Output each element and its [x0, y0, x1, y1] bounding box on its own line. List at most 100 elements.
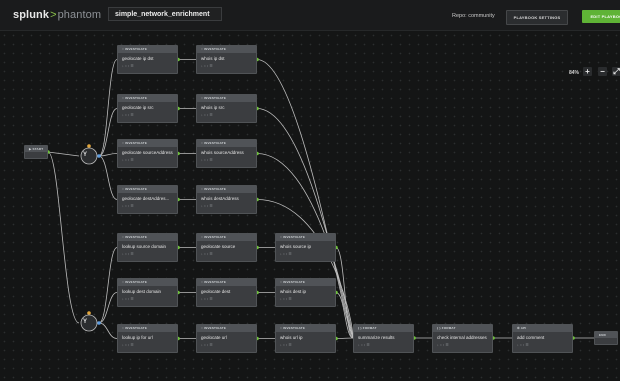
- decision-symbol: Y: [83, 319, 88, 325]
- wire-to-summarize-l2: [335, 337, 354, 339]
- decision-block-1[interactable]: Y: [79, 146, 99, 166]
- node-title: whois sourceAddress: [201, 150, 244, 155]
- action-node-lookup-dest-domain[interactable]: ○ INVESTIGATE lookup dest domain ↓ ○ ↕ ☰: [117, 278, 178, 307]
- top-bar: splunk>phantom simple_network_enrichment…: [0, 0, 620, 31]
- node-icons: ↓ ○ ↕ ☰: [201, 252, 213, 256]
- wire-decision2-branch-0: [98, 247, 118, 324]
- wire-decision1-branch-0: [98, 59, 118, 157]
- node-icons: ↓ ○ ↕ ☰: [122, 158, 134, 162]
- start-block[interactable]: ▶ START: [24, 145, 48, 159]
- wire-start-decision1: [47, 151, 80, 157]
- zoom-level: 84%: [569, 70, 580, 76]
- node-type: ○ INVESTIGATE: [197, 140, 256, 147]
- node-icons: ↓ ○ ↕ ☰: [358, 343, 370, 347]
- decision-block-2[interactable]: Y: [79, 313, 99, 333]
- zoom-in-button[interactable]: +: [583, 67, 592, 76]
- node-icons: ↓ ○ ↕ ☰: [201, 113, 213, 117]
- node-icons: ↓ ○ ↕ ☰: [280, 343, 292, 347]
- node-icons: ↓ ○ ↕ ☰: [201, 297, 213, 301]
- node-type: ○ INVESTIGATE: [276, 325, 335, 332]
- node-icons: ↓ ○ ↕ ☰: [122, 252, 134, 256]
- node-title: whois ip src: [201, 105, 225, 110]
- node-icons: ↓ ○ ↕ ☰: [201, 204, 213, 208]
- node-title: geolocate ip dst: [122, 56, 154, 61]
- node-title: add comment: [517, 335, 545, 340]
- node-type: ○ INVESTIGATE: [118, 279, 177, 286]
- node-title: geolocate sourceAddress: [122, 150, 173, 155]
- end-header: END: [595, 332, 617, 338]
- wire-start-decision2: [47, 151, 80, 324]
- end-block[interactable]: END: [594, 331, 618, 345]
- action-node-whois-ip-dst[interactable]: ○ INVESTIGATE whois ip dst ↓ ○ ↕ ☰: [196, 45, 257, 74]
- node-type: ○ INVESTIGATE: [197, 279, 256, 286]
- node-title: summarize results: [358, 335, 395, 340]
- action-node-geolocate-ip-src[interactable]: ○ INVESTIGATE geolocate ip src ↓ ○ ↕ ☰: [117, 94, 178, 123]
- zoom-out-button[interactable]: −: [598, 67, 607, 76]
- action-node-whois-destaddress[interactable]: ○ INVESTIGATE whois destAddress ↓ ○ ↕ ☰: [196, 185, 257, 214]
- action-node-geolocate-url[interactable]: ○ INVESTIGATE geolocate url ↓ ○ ↕ ☰: [196, 324, 257, 353]
- node-type: ○ INVESTIGATE: [276, 234, 335, 241]
- wire-decision1-branch-3: [98, 155, 118, 200]
- action-node-geolocate-sourceaddress[interactable]: ○ INVESTIGATE geolocate sourceAddress ↓ …: [117, 139, 178, 168]
- node-icons: ↓ ○ ↕ ☰: [201, 343, 213, 347]
- fit-to-screen-button[interactable]: ⤢: [612, 67, 620, 76]
- decision-diamond-icon: [80, 314, 98, 332]
- playbook-settings-button[interactable]: PLAYBOOK SETTINGS: [506, 10, 568, 25]
- wire-to-summarize-3: [256, 199, 354, 339]
- node-title: whois dest ip: [280, 289, 307, 294]
- api-node-add-comment[interactable]: ⚙ API add comment ↓ ○ ↕ ☰: [512, 324, 573, 353]
- node-type: ○ INVESTIGATE: [197, 234, 256, 241]
- node-type: ○ INVESTIGATE: [197, 46, 256, 53]
- playbook-canvas[interactable]: 84% + − ⤢ ▶ START Y Y ○ INVESTIGATE geol…: [0, 31, 620, 381]
- format-node-summarize-results[interactable]: { } FORMAT summarize results ↓ ○ ↕ ☰: [353, 324, 414, 353]
- node-icons: ↓ ○ ↕ ☰: [122, 343, 134, 347]
- node-title: whois source ip: [280, 244, 312, 249]
- repo-label: Repo: community: [452, 13, 495, 19]
- node-title: geolocate dest: [201, 289, 231, 294]
- node-title: whois ip dst: [201, 56, 225, 61]
- action-node-whois-ip-src[interactable]: ○ INVESTIGATE whois ip src ↓ ○ ↕ ☰: [196, 94, 257, 123]
- node-type: ⚙ API: [513, 325, 572, 332]
- playbook-editor: splunk>phantom simple_network_enrichment…: [0, 0, 620, 381]
- node-type: ○ INVESTIGATE: [118, 140, 177, 147]
- action-node-whois-source-ip[interactable]: ○ INVESTIGATE whois source ip ↓ ○ ↕ ☰: [275, 233, 336, 262]
- node-type: ○ INVESTIGATE: [118, 46, 177, 53]
- node-title: geolocate ip src: [122, 105, 154, 110]
- node-title: lookup source domain: [122, 244, 167, 249]
- action-node-lookup-source-domain[interactable]: ○ INVESTIGATE lookup source domain ↓ ○ ↕…: [117, 233, 178, 262]
- node-title: geolocate destAddres...: [122, 196, 170, 201]
- playbook-name-field[interactable]: simple_network_enrichment: [108, 7, 222, 21]
- node-icons: ↓ ○ ↕ ☰: [201, 64, 213, 68]
- node-type: ○ INVESTIGATE: [197, 325, 256, 332]
- action-node-lookup-ip-for-url[interactable]: ○ INVESTIGATE lookup ip for url ↓ ○ ↕ ☰: [117, 324, 178, 353]
- action-node-whois-sourceaddress[interactable]: ○ INVESTIGATE whois sourceAddress ↓ ○ ↕ …: [196, 139, 257, 168]
- node-type: ○ INVESTIGATE: [118, 234, 177, 241]
- node-icons: ↓ ○ ↕ ☰: [280, 297, 292, 301]
- node-type: ○ INVESTIGATE: [197, 95, 256, 102]
- wire-decision2-branch-2: [98, 322, 118, 339]
- action-node-whois-url-ip[interactable]: ○ INVESTIGATE whois url ip ↓ ○ ↕ ☰: [275, 324, 336, 353]
- action-node-whois-dest-ip[interactable]: ○ INVESTIGATE whois dest ip ↓ ○ ↕ ☰: [275, 278, 336, 307]
- node-type: { } FORMAT: [433, 325, 492, 332]
- node-icons: ↓ ○ ↕ ☰: [122, 297, 134, 301]
- node-type: ○ INVESTIGATE: [118, 186, 177, 193]
- wire-decision1-branch-1: [98, 108, 118, 157]
- node-title: check internal addresses: [437, 335, 487, 340]
- decision-symbol: Y: [83, 152, 88, 158]
- action-node-geolocate-destaddress[interactable]: ○ INVESTIGATE geolocate destAddres... ↓ …: [117, 185, 178, 214]
- action-node-geolocate-source[interactable]: ○ INVESTIGATE geolocate source ↓ ○ ↕ ☰: [196, 233, 257, 262]
- action-node-geolocate-ip-dst[interactable]: ○ INVESTIGATE geolocate ip dst ↓ ○ ↕ ☰: [117, 45, 178, 74]
- node-icons: ↓ ○ ↕ ☰: [437, 343, 449, 347]
- node-title: geolocate url: [201, 335, 227, 340]
- decision-diamond-icon: [80, 147, 98, 165]
- action-node-geolocate-dest[interactable]: ○ INVESTIGATE geolocate dest ↓ ○ ↕ ☰: [196, 278, 257, 307]
- node-title: whois url ip: [280, 335, 303, 340]
- node-icons: ↓ ○ ↕ ☰: [280, 252, 292, 256]
- edit-playbook-button[interactable]: EDIT PLAYBOOK: [582, 10, 620, 23]
- format-node-check-internal-addresses[interactable]: { } FORMAT check internal addresses ↓ ○ …: [432, 324, 493, 353]
- node-icons: ↓ ○ ↕ ☰: [122, 113, 134, 117]
- node-type: { } FORMAT: [354, 325, 413, 332]
- node-title: lookup dest domain: [122, 289, 162, 294]
- node-type: ○ INVESTIGATE: [197, 186, 256, 193]
- splunk-phantom-logo[interactable]: splunk>phantom: [13, 9, 101, 21]
